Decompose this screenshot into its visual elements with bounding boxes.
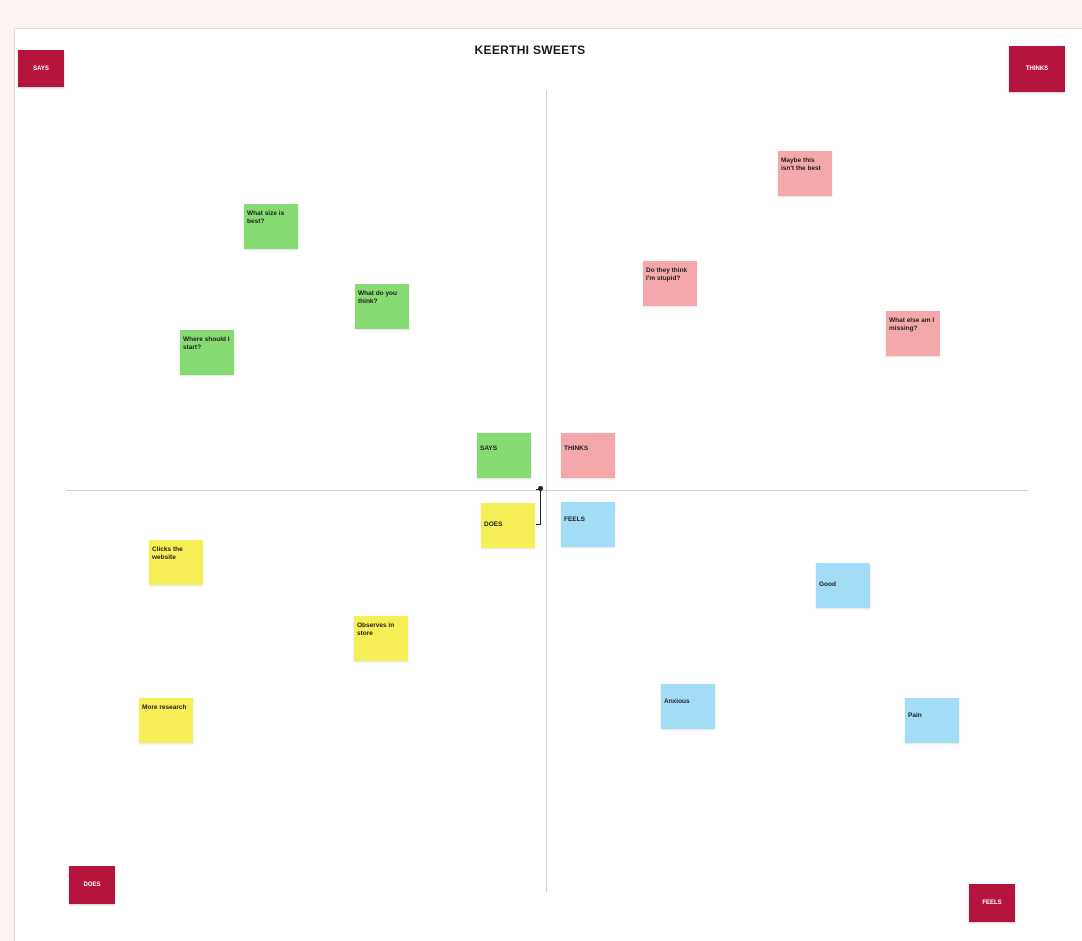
thinks-note[interactable]: Do they think I'm stupid? [643,261,697,306]
does-note[interactable]: Clicks the website [149,540,203,585]
corner-label-thinks[interactable]: THINKS [1009,46,1065,92]
connector-line[interactable] [536,489,541,525]
feels-note[interactable]: Anxious [661,684,715,729]
thinks-note[interactable]: What else am I missing? [886,311,940,356]
vertical-axis-line [546,90,547,892]
thinks-note[interactable]: Maybe this isn't the best [778,151,832,196]
horizontal-axis-line [66,490,1028,491]
says-note[interactable]: What size is best? [244,204,298,249]
center-note-does[interactable]: DOES [481,503,535,548]
corner-label-does[interactable]: DOES [69,866,115,904]
center-note-says[interactable]: SAYS [477,433,531,478]
center-note-thinks[interactable]: THINKS [561,433,615,478]
feels-note[interactable]: Pain [905,698,959,743]
does-note[interactable]: Observes in store [354,616,408,661]
whiteboard-canvas[interactable] [14,28,1082,941]
corner-label-says[interactable]: SAYS [18,50,64,87]
says-note[interactable]: What do you think? [355,284,409,329]
center-note-feels[interactable]: FEELS [561,502,615,547]
corner-label-feels[interactable]: FEELS [969,884,1015,922]
board-title: KEERTHI SWEETS [474,43,586,57]
does-note[interactable]: More research [139,698,193,743]
says-note[interactable]: Where should I start? [180,330,234,375]
feels-note[interactable]: Good [816,563,870,608]
